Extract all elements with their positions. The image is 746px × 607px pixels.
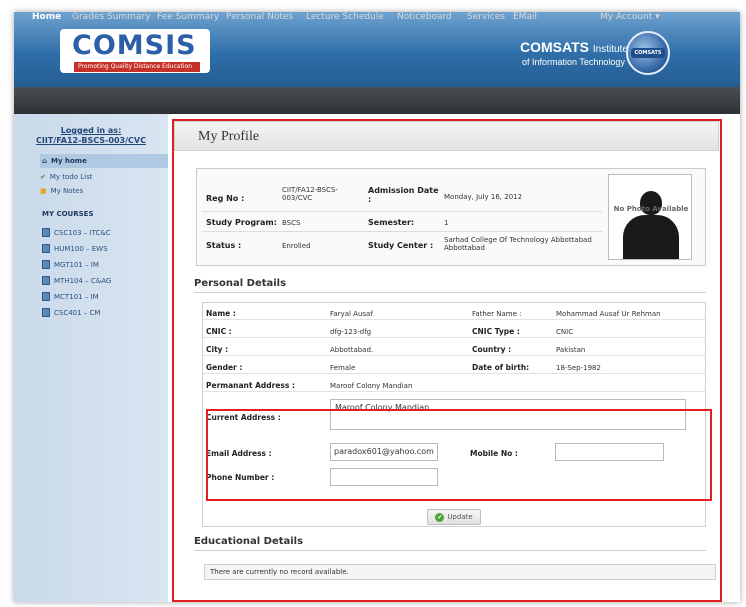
course-item[interactable]: MTH104 – C&AG: [42, 276, 111, 285]
permanent-address-value: Maroof Colony Mandian: [330, 382, 413, 390]
admission-date-label: Admission Date :: [368, 186, 439, 204]
name-value: Faryal Ausaf: [330, 310, 373, 318]
table-row: [203, 373, 705, 374]
table-row: [203, 337, 705, 338]
current-address-label: Current Address :: [206, 413, 281, 422]
nav-my-account[interactable]: My Account ▾: [600, 12, 660, 39]
mobile-field[interactable]: [555, 443, 664, 461]
page-title: My Profile: [198, 129, 260, 144]
sidebar-item-notes[interactable]: ■ My Notes: [40, 184, 83, 198]
avatar-body: [623, 215, 679, 259]
dob-value: 18-Sep-1982: [556, 364, 601, 372]
book-icon: [42, 308, 50, 317]
cnic-value: dfg-123-dfg: [330, 328, 372, 336]
logged-in-user-link[interactable]: CIIT/FA12-BSCS-003/CVC: [14, 136, 168, 145]
profile-photo: No Photo Available: [608, 174, 692, 260]
book-icon: [42, 228, 50, 237]
sidebar: [14, 114, 168, 602]
update-button[interactable]: ✔ Update: [427, 509, 481, 525]
section-divider: [194, 550, 706, 551]
check-icon: ✔: [435, 512, 445, 522]
gender-value: Female: [330, 364, 356, 372]
semester-label: Semester:: [368, 218, 415, 227]
institute-name: COMSATS Institute: [520, 39, 628, 55]
divider: [202, 211, 602, 212]
nav-lecture-schedule[interactable]: Lecture Schedule: [306, 12, 384, 39]
city-label: City :: [206, 345, 229, 354]
course-item[interactable]: MCT101 – IM: [42, 292, 99, 301]
mobile-no-label: Mobile No :: [470, 449, 518, 458]
status-value: Enrolled: [282, 242, 311, 250]
book-icon: [42, 276, 50, 285]
city-value: Abbottabad.: [330, 346, 374, 354]
personal-details-heading: Personal Details: [194, 278, 287, 289]
nav-home[interactable]: Home: [32, 12, 61, 39]
cnic-type-value: CNIC: [556, 328, 574, 336]
study-center-label: Study Center :: [368, 241, 434, 250]
nav-noticeboard[interactable]: Noticeboard: [397, 12, 452, 39]
phone-number-label: Phone Number :: [206, 473, 275, 482]
nav-personal-notes[interactable]: Personal Notes: [226, 12, 293, 39]
current-address-textarea[interactable]: Maroof Colony Mandian: [330, 399, 686, 430]
educational-details-heading: Educational Details: [194, 536, 304, 547]
check-icon: ✔: [40, 173, 46, 181]
cnic-type-label: CNIC Type :: [472, 327, 520, 336]
study-program-value: BSCS: [282, 219, 301, 227]
reg-no-label: Reg No :: [206, 194, 245, 203]
course-item[interactable]: HUM100 – EWS: [42, 244, 108, 253]
permanent-address-label: Permanant Address :: [206, 381, 295, 390]
study-program-label: Study Program:: [206, 218, 277, 227]
admission-date-value: Monday, July 16, 2012: [444, 193, 523, 201]
chevron-down-icon: ▾: [655, 12, 660, 22]
book-icon: [42, 292, 50, 301]
course-item[interactable]: MGT101 – IM: [42, 260, 99, 269]
semester-value: 1: [444, 219, 449, 227]
folder-icon: ■: [40, 187, 47, 195]
email-address-label: Email Address :: [206, 449, 272, 458]
phone-field[interactable]: [330, 468, 438, 486]
home-icon: ⌂: [42, 157, 48, 165]
nav-services[interactable]: Services: [467, 12, 505, 39]
logo-tagline: Promoting Quality Distance Education: [74, 62, 200, 72]
nav-fee-summary[interactable]: Fee Summary: [157, 12, 219, 39]
sidebar-item-my-home[interactable]: ⌂ My home: [40, 154, 168, 168]
nav-email[interactable]: EMail: [513, 12, 537, 39]
courses-heading: MY COURSES: [42, 210, 94, 218]
divider: [202, 231, 602, 232]
logged-in-label: Logged in as:: [60, 126, 122, 135]
table-row: [203, 319, 705, 320]
table-row: [203, 391, 705, 392]
table-row: [203, 355, 705, 356]
father-name-label: Father Name :: [472, 310, 522, 318]
page: COMSIS Promoting Quality Distance Educat…: [14, 12, 740, 602]
dob-label: Date of birth:: [472, 363, 530, 372]
email-field[interactable]: paradox601@yahoo.com: [330, 443, 438, 461]
book-icon: [42, 244, 50, 253]
section-divider: [194, 292, 706, 293]
cnic-label: CNIC :: [206, 327, 232, 336]
course-item[interactable]: CSC401 – CM: [42, 308, 100, 317]
name-label: Name :: [206, 309, 236, 318]
country-label: Country :: [472, 345, 512, 354]
study-center-value: Sarhad College Of Technology Abbottabad …: [444, 236, 592, 252]
reg-no-value: CIIT/FA12-BSCS-003/CVC: [282, 186, 338, 202]
country-value: Pakistan: [556, 346, 586, 354]
course-item[interactable]: CSC103 – ITC&C: [42, 228, 111, 237]
father-name-value: Mohammad Ausaf Ur Rehman: [556, 310, 661, 318]
no-photo-text: No Photo Available: [613, 205, 689, 213]
gender-label: Gender :: [206, 363, 243, 372]
book-icon: [42, 260, 50, 269]
no-record-message: There are currently no record available.: [204, 564, 716, 580]
status-label: Status :: [206, 241, 242, 250]
nav-grades-summary[interactable]: Grades Summary: [72, 12, 150, 39]
nav-bar: [14, 87, 740, 114]
institute-subtitle: of Information Technology: [522, 57, 625, 67]
sidebar-item-todo[interactable]: ✔ My todo List: [40, 170, 93, 184]
